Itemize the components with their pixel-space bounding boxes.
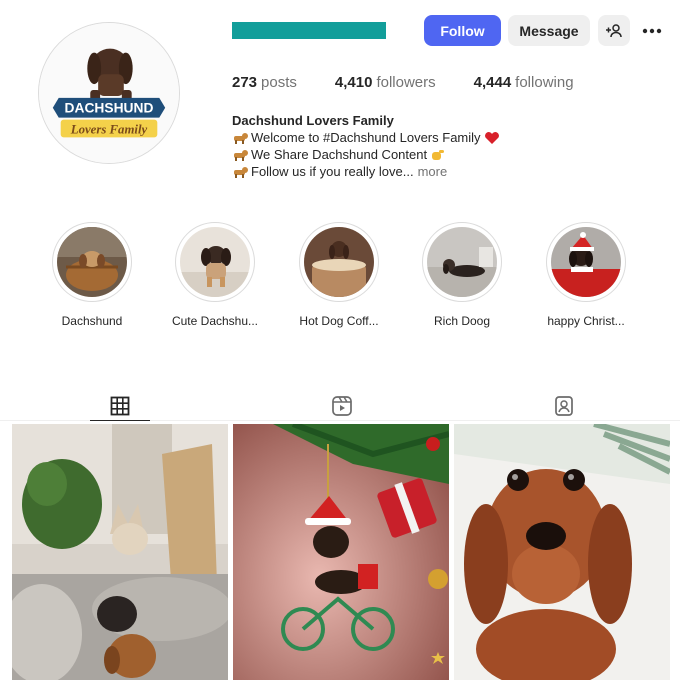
highlight-happy-christmas[interactable]: happy Christ... (544, 222, 628, 328)
profile-stats: 273 posts 4,410 followers 4,444 following (232, 74, 612, 91)
highlight-ring (299, 222, 379, 302)
avatar-text-lovers: Lovers Family (70, 122, 148, 136)
tab-active-indicator (90, 420, 150, 421)
followers-count: 4,410 (334, 74, 373, 91)
bio-line-1: Welcome to #Dachshund Lovers Family (232, 129, 662, 146)
following-label: following (515, 74, 574, 91)
dachshund-logo-icon: DACHSHUND Lovers Family (39, 23, 179, 163)
highlight-label: happy Christ... (547, 314, 625, 328)
bio-line-2: We Share Dachshund Content (232, 146, 662, 163)
posts-stat: 273 posts (232, 74, 297, 91)
post-tile[interactable] (12, 424, 228, 680)
post-image (12, 424, 228, 680)
highlight-ring (52, 222, 132, 302)
bio-line-3: Follow us if you really love... more (232, 163, 662, 180)
post-image (233, 424, 449, 680)
reels-icon (332, 396, 352, 416)
highlight-hot-dog-coffee[interactable]: Hot Dog Coff... (297, 222, 381, 328)
post-tile[interactable] (233, 424, 449, 680)
highlight-cute-dachshund[interactable]: Cute Dachshu... (172, 222, 258, 328)
tab-posts[interactable] (90, 390, 150, 422)
tab-reels[interactable] (312, 390, 372, 422)
highlight-ring (175, 222, 255, 302)
bio-line-1-text: Welcome to #Dachshund Lovers Family (251, 130, 481, 145)
highlight-ring (546, 222, 626, 302)
message-button[interactable]: Message (508, 15, 590, 46)
profile-avatar[interactable]: DACHSHUND Lovers Family (38, 22, 180, 164)
pointing-hand-emoji-icon (432, 149, 445, 160)
profile-name: Dachshund Lovers Family (232, 113, 394, 128)
highlight-thumbnail (304, 227, 374, 297)
add-user-icon (606, 23, 622, 37)
post-tile[interactable] (454, 424, 670, 680)
post-image (454, 424, 670, 680)
more-options-icon (642, 28, 662, 33)
heart-emoji-icon (484, 131, 499, 144)
highlight-label: Hot Dog Coff... (299, 314, 379, 328)
grid-icon (110, 396, 130, 416)
dog-emoji-icon (234, 132, 248, 144)
more-options-button[interactable] (640, 15, 664, 46)
highlight-dachshund[interactable]: Dachshund (50, 222, 134, 328)
following-stat[interactable]: 4,444 following (474, 74, 574, 91)
highlight-ring (422, 222, 502, 302)
highlight-thumbnail (57, 227, 127, 297)
username-redacted (232, 22, 386, 39)
dog-emoji-icon (234, 166, 248, 178)
avatar-text-dachshund: DACHSHUND (65, 101, 154, 116)
profile-bio: Dachshund Lovers Family Welcome to #Dach… (232, 112, 662, 180)
bio-more-link[interactable]: more (418, 163, 448, 180)
following-count: 4,444 (473, 74, 512, 91)
highlight-thumbnail (180, 227, 250, 297)
followers-stat[interactable]: 4,410 followers (335, 74, 436, 91)
highlight-label: Dachshund (61, 314, 123, 328)
highlight-thumbnail (427, 227, 497, 297)
posts-grid (12, 424, 670, 680)
posts-count: 273 (232, 74, 258, 91)
highlight-label: Cute Dachshu... (171, 314, 259, 328)
tagged-icon (555, 396, 573, 416)
followers-label: followers (376, 74, 436, 91)
bio-line-3-text: Follow us if you really love... (251, 164, 414, 179)
dog-emoji-icon (234, 149, 248, 161)
posts-label: posts (261, 74, 297, 91)
tab-tagged[interactable] (534, 390, 594, 422)
highlight-rich-doog[interactable]: Rich Doog (420, 222, 504, 328)
add-user-button[interactable] (598, 15, 630, 46)
bio-line-2-text: We Share Dachshund Content (251, 147, 428, 162)
follow-button[interactable]: Follow (424, 15, 501, 46)
highlight-thumbnail (551, 227, 621, 297)
highlight-label: Rich Doog (433, 314, 491, 328)
